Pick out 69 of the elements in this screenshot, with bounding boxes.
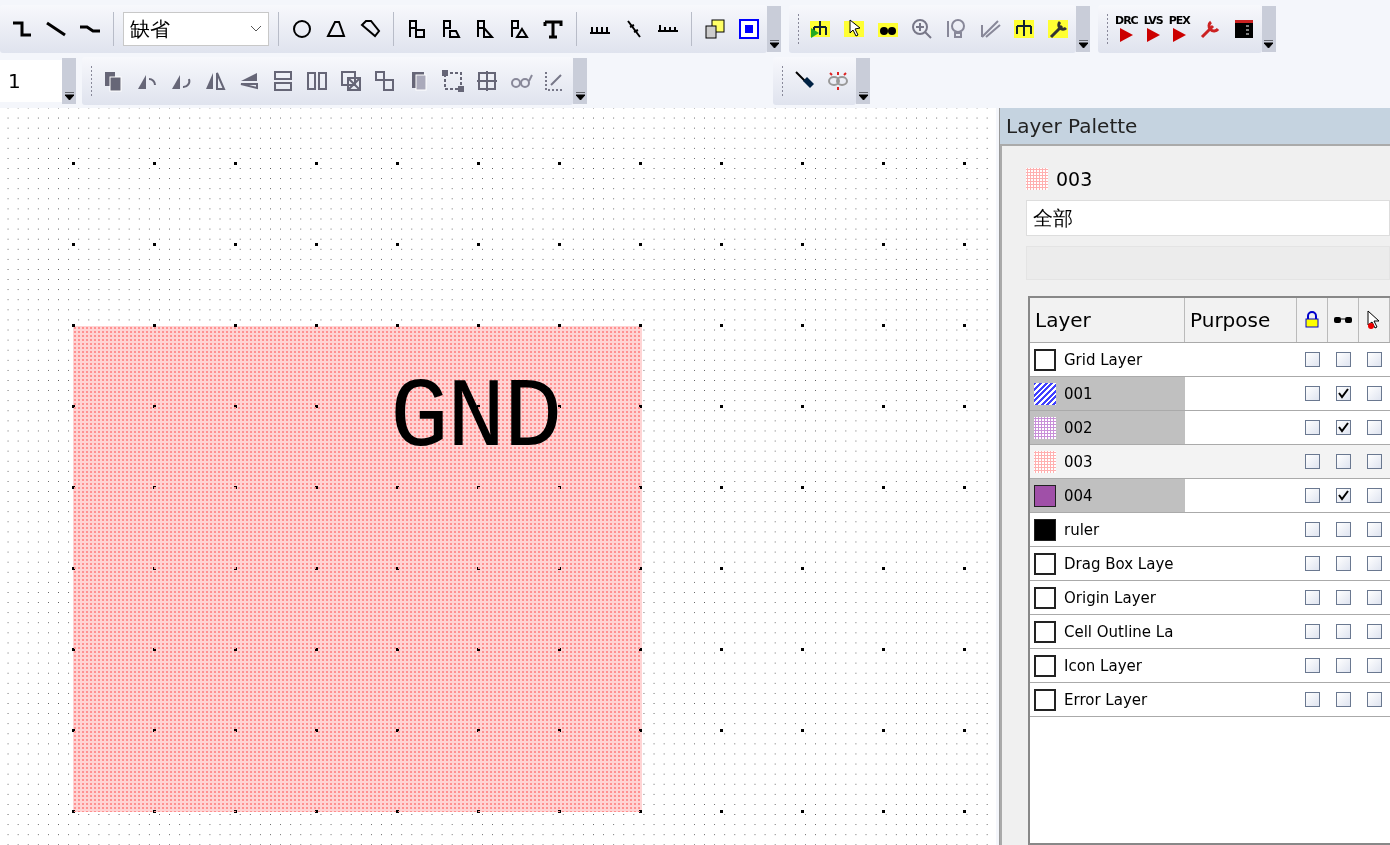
overflow-icon[interactable] <box>1078 40 1088 48</box>
grip-icon <box>1106 14 1109 44</box>
layer-name[interactable]: Grid Layer <box>1030 343 1185 376</box>
play-icon <box>1145 27 1162 43</box>
checkbox[interactable] <box>1336 352 1351 367</box>
column-header[interactable]: Layer <box>1030 298 1185 342</box>
checkbox[interactable] <box>1305 624 1320 639</box>
checkbox[interactable] <box>1305 420 1320 435</box>
checkbox[interactable] <box>1367 556 1382 571</box>
checkbox[interactable] <box>1336 658 1351 673</box>
checkbox[interactable] <box>1336 692 1351 707</box>
net-label[interactable]: GND <box>390 370 561 468</box>
checkbox[interactable] <box>1336 454 1351 469</box>
checkbox[interactable] <box>1336 420 1351 435</box>
checkbox[interactable] <box>1305 658 1320 673</box>
style-combo[interactable]: 缺省 <box>123 12 269 46</box>
column-header[interactable]: Purpose <box>1185 298 1297 342</box>
checkbox[interactable] <box>1336 488 1351 503</box>
grip-icon <box>781 66 784 96</box>
checkbox[interactable] <box>1305 692 1320 707</box>
layer-name[interactable]: 001 <box>1030 377 1185 410</box>
checkbox[interactable] <box>1336 386 1351 401</box>
checkbox[interactable] <box>1367 420 1382 435</box>
checkbox[interactable] <box>1305 386 1320 401</box>
overflow-icon[interactable] <box>858 92 868 100</box>
layer-name[interactable]: 004 <box>1030 479 1185 512</box>
grip-icon <box>90 66 93 96</box>
layer-name[interactable]: ruler <box>1030 513 1185 546</box>
check-run-button[interactable]: PEX <box>1168 15 1190 43</box>
purpose-filter-combo[interactable]: 全部 <box>1026 200 1390 236</box>
checkbox[interactable] <box>1367 692 1382 707</box>
checkbox[interactable] <box>1336 590 1351 605</box>
layer-name[interactable]: Drag Box Laye <box>1030 547 1185 580</box>
layer-name[interactable]: Error Layer <box>1030 683 1185 716</box>
checkbox[interactable] <box>1305 556 1320 571</box>
play-icon <box>1171 27 1188 43</box>
width-field[interactable]: 1 <box>0 60 62 102</box>
checkbox[interactable] <box>1367 624 1382 639</box>
grip-icon <box>797 14 800 44</box>
chevron-down-icon <box>250 25 262 33</box>
checkbox[interactable] <box>1305 488 1320 503</box>
checkbox[interactable] <box>1367 658 1382 673</box>
current-layer: 003 <box>1056 168 1093 190</box>
checkbox[interactable] <box>1367 590 1382 605</box>
layer-name[interactable]: 002 <box>1030 411 1185 444</box>
layout-canvas[interactable]: GND <box>0 108 996 845</box>
overflow-icon[interactable] <box>1264 40 1274 48</box>
overflow-icon[interactable] <box>575 92 585 100</box>
check-run-button[interactable]: LVS <box>1143 15 1163 43</box>
checkbox[interactable] <box>1367 454 1382 469</box>
panel-title: Layer Palette <box>1000 108 1390 146</box>
check-run-button[interactable]: DRC <box>1115 15 1138 43</box>
overflow-icon[interactable] <box>64 92 74 100</box>
checkbox[interactable] <box>1367 488 1382 503</box>
checkbox[interactable] <box>1305 352 1320 367</box>
checkbox[interactable] <box>1305 454 1320 469</box>
layer-name[interactable]: Origin Layer <box>1030 581 1185 614</box>
overflow-icon[interactable] <box>769 40 779 48</box>
checkbox[interactable] <box>1305 522 1320 537</box>
checkbox[interactable] <box>1336 624 1351 639</box>
checkbox[interactable] <box>1305 590 1320 605</box>
checkbox[interactable] <box>1367 352 1382 367</box>
layer-name[interactable]: Icon Layer <box>1030 649 1185 682</box>
layer-name[interactable]: Cell Outline La <box>1030 615 1185 648</box>
play-icon <box>1118 27 1135 43</box>
checkbox[interactable] <box>1336 556 1351 571</box>
checkbox[interactable] <box>1367 522 1382 537</box>
checkbox[interactable] <box>1367 386 1382 401</box>
checkbox[interactable] <box>1336 522 1351 537</box>
